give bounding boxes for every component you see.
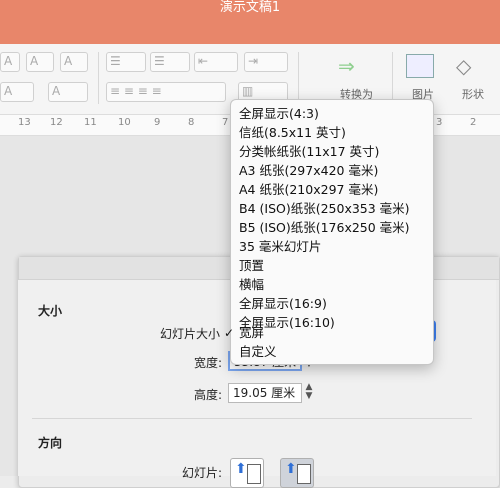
menu-item-label: 顶置 [239, 258, 265, 273]
menu-item-label: 宽屏 [239, 325, 265, 340]
ruler-tick: 7 [222, 117, 229, 128]
slides-orientation-label: 幻灯片: [181, 466, 222, 480]
menu-item-label: A4 纸张(210x297 毫米) [239, 182, 379, 197]
font-size-up-icon: A [4, 54, 13, 68]
size-section-title: 大小 [38, 304, 63, 318]
menu-item-a4[interactable]: A4 纸张(210x297 毫米) [231, 181, 431, 199]
section-divider [32, 418, 472, 419]
bullets-button[interactable]: ☰ [106, 52, 146, 72]
ruler-tick: 2 [470, 117, 477, 128]
ribbon-divider [298, 52, 299, 104]
window-title: 演示文稿1 [219, 0, 281, 15]
indent-icon: ⇤ [198, 54, 209, 68]
eraser-icon: A [64, 54, 73, 68]
slide-size-label: 幻灯片大小 [159, 327, 220, 341]
font-color-icon: A [4, 84, 13, 98]
align-buttons[interactable]: ≡ ≡ ≡ ≡ [106, 82, 226, 102]
shape-button[interactable]: 形状 [462, 86, 484, 102]
ruler-tick: 3 [436, 117, 443, 128]
ruler-tick: 13 [18, 117, 31, 128]
menu-item-label: 信纸(8.5x11 英寸) [239, 125, 346, 140]
ruler-tick: 12 [50, 117, 63, 128]
font-color-button[interactable]: A [0, 82, 34, 102]
highlight-button[interactable]: A [48, 82, 88, 102]
portrait-page-icon [247, 464, 261, 484]
menu-item-ledger[interactable]: 分类帐纸张(11x17 英寸) [231, 143, 431, 161]
slide-size-menu: 全屏显示(4:3) 信纸(8.5x11 英寸) 分类帐纸张(11x17 英寸) … [224, 99, 434, 365]
ruler-tick: 10 [118, 117, 131, 128]
landscape-orientation-button[interactable]: ⬆ [280, 458, 314, 488]
title-bar: 演示文稿1 [0, 0, 500, 44]
font-size-up-button[interactable]: A [0, 52, 20, 72]
menu-item-fullscreen-4-3[interactable]: 全屏显示(4:3) [231, 105, 431, 123]
ruler-tick: 8 [188, 117, 195, 128]
bullet-list-icon: ☰ [110, 54, 121, 68]
numbering-button[interactable]: ☰ [150, 52, 190, 72]
arrow-up-icon: ⬆ [235, 461, 247, 477]
menu-item-label: A3 纸张(297x420 毫米) [239, 163, 379, 178]
menu-item-a3[interactable]: A3 纸张(297x420 毫米) [231, 162, 431, 180]
menu-item-label: 自定义 [239, 344, 277, 359]
menu-item-label: 全屏显示(16:9) [239, 296, 327, 311]
menu-item-fullscreen-16-9[interactable]: 全屏显示(16:9) [231, 295, 431, 313]
menu-item-label: 横幅 [239, 277, 265, 292]
menu-item-label: 分类帐纸张(11x17 英寸) [239, 144, 380, 159]
outdent-button[interactable]: ⇥ [244, 52, 288, 72]
menu-item-overhead[interactable]: 顶置 [231, 257, 431, 275]
menu-item-letter[interactable]: 信纸(8.5x11 英寸) [231, 124, 431, 142]
checkmark-icon: ✓ [224, 326, 235, 340]
height-stepper[interactable]: ▲ ▼ [303, 383, 315, 403]
picture-icon [406, 54, 434, 78]
orientation-section-title: 方向 [38, 436, 63, 450]
shape-icon: ◇ [456, 54, 472, 78]
menu-item-b4[interactable]: B4 (ISO)纸张(250x353 毫米) [231, 200, 431, 218]
menu-item-banner[interactable]: 横幅 [231, 276, 431, 294]
menu-item-label: 35 毫米幻灯片 [239, 239, 322, 254]
ruler-tick: 9 [154, 117, 161, 128]
height-field[interactable]: 19.05 厘米 [228, 383, 302, 403]
landscape-page-icon [297, 464, 311, 484]
font-size-down-icon: A [30, 54, 39, 68]
menu-item-label: 全屏显示(4:3) [239, 106, 319, 121]
indent-button[interactable]: ⇤ [194, 52, 238, 72]
width-label: 宽度: [193, 356, 222, 370]
clear-format-button[interactable]: A [60, 52, 88, 72]
align-left-icon: ≡ ≡ ≡ ≡ [110, 84, 162, 98]
menu-item-35mm[interactable]: 35 毫米幻灯片 [231, 238, 431, 256]
columns-icon: ▥ [242, 84, 254, 98]
menu-item-label: B5 (ISO)纸张(176x250 毫米) [239, 220, 410, 235]
outdent-icon: ⇥ [248, 54, 259, 68]
menu-item-label: B4 (ISO)纸张(250x353 毫米) [239, 201, 410, 216]
convert-smartart-icon: ⇒ [338, 54, 355, 78]
ribbon-divider [392, 52, 393, 104]
highlight-icon: A [52, 84, 61, 98]
ruler-tick: 11 [84, 117, 97, 128]
menu-item-custom[interactable]: 自定义 [231, 343, 431, 361]
ribbon-divider [98, 52, 99, 104]
menu-item-b5[interactable]: B5 (ISO)纸张(176x250 毫米) [231, 219, 431, 237]
font-size-down-button[interactable]: A [26, 52, 54, 72]
numbered-list-icon: ☰ [154, 54, 165, 68]
menu-item-widescreen[interactable]: ✓ 宽屏 [224, 324, 431, 342]
arrow-up-icon: ⬆ [285, 461, 297, 477]
portrait-orientation-button[interactable]: ⬆ [230, 458, 264, 488]
height-label: 高度: [193, 388, 222, 402]
